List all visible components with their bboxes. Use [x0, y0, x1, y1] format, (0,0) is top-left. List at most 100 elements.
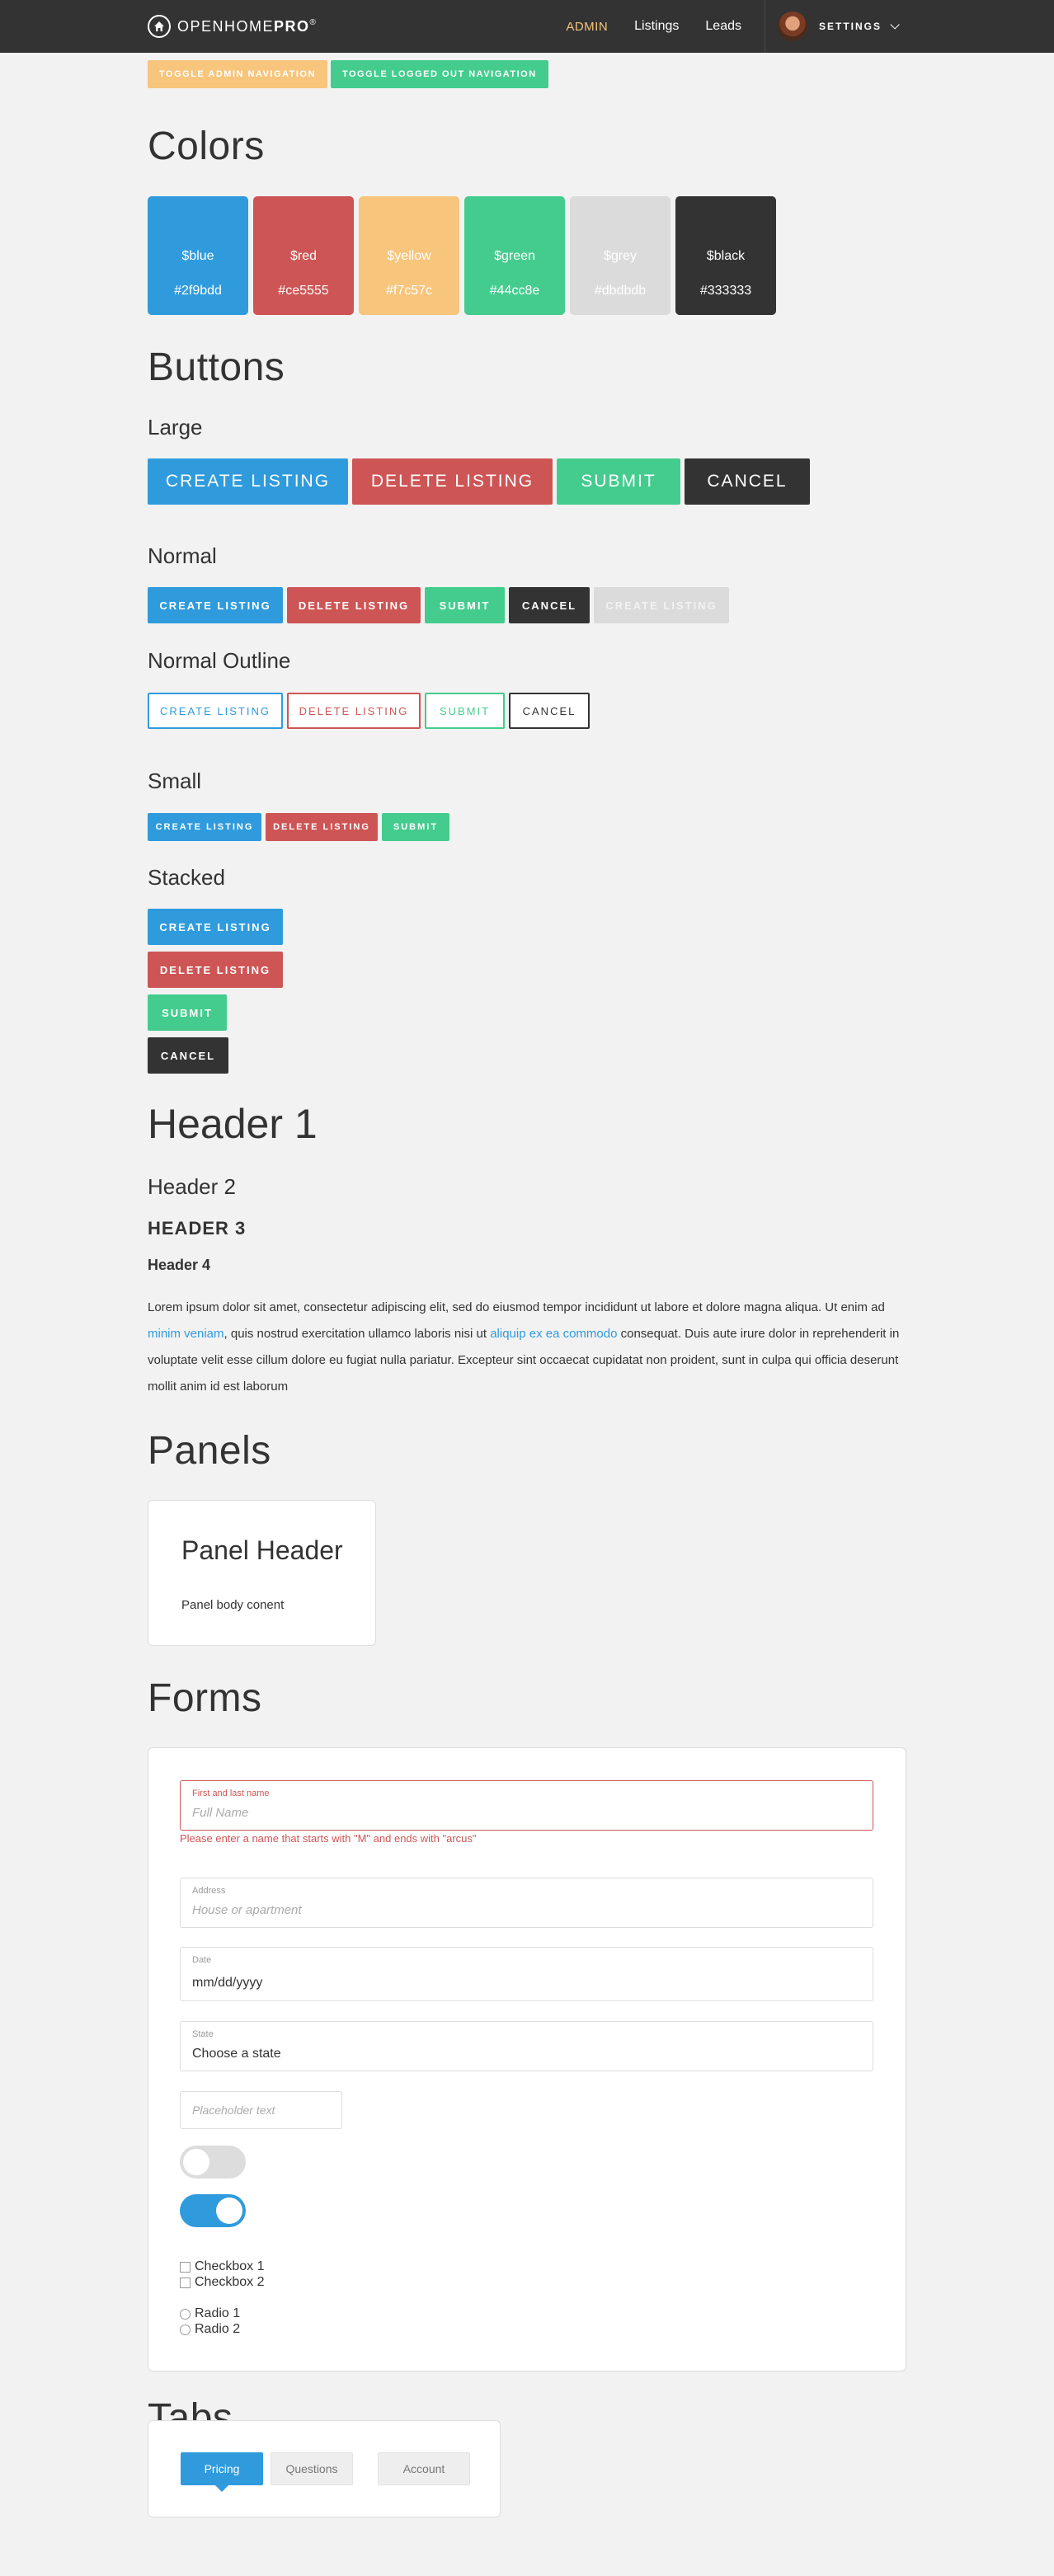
radio-circle[interactable] [180, 2308, 191, 2320]
date-field[interactable]: Date mm/dd/yyyy [180, 1947, 873, 2001]
create-listing-outline-button[interactable]: CREATE LISTING [148, 693, 283, 729]
inline-link-minim-veniam[interactable]: minim veniam [148, 1327, 224, 1341]
inline-link-aliquip[interactable]: aliquip ex ea commodo [490, 1327, 617, 1341]
nav-link-listings[interactable]: Listings [634, 19, 679, 34]
small-buttons-row: CREATE LISTING DELETE LISTING SUBMIT [148, 813, 449, 841]
cancel-button[interactable]: CANCEL [509, 587, 590, 623]
nav-links: ADMIN Listings Leads [539, 0, 741, 53]
checkbox-1[interactable]: Checkbox 1 [180, 2259, 265, 2274]
date-label: Date [192, 1955, 212, 1965]
checkbox-box[interactable] [180, 2261, 191, 2273]
full-name-placeholder: Full Name [192, 1806, 249, 1820]
toggle-switch-off[interactable] [180, 2146, 246, 2179]
color-swatches: $blue #2f9bdd $red #ce5555 $yellow #f7c5… [148, 196, 776, 315]
cancel-outline-button[interactable]: CANCEL [509, 693, 590, 729]
swatch-yellow: $yellow #f7c57c [359, 196, 459, 315]
tab-pricing[interactable]: Pricing [181, 2452, 263, 2492]
tab-account[interactable]: Account [378, 2452, 470, 2485]
brand-logo[interactable]: OPENHOMEPRO® [148, 15, 317, 38]
swatch-red: $red #ce5555 [253, 196, 354, 315]
active-tab-pointer [215, 2485, 228, 2492]
date-value: mm/dd/yyyy [192, 1976, 263, 1990]
create-listing-button-large[interactable]: CREATE LISTING [148, 458, 348, 505]
swatch-grey: $grey #dbdbdb [570, 196, 671, 315]
nav-link-leads[interactable]: Leads [705, 19, 741, 34]
chevron-down-icon [890, 20, 900, 30]
forms-title: Forms [148, 1676, 262, 1720]
swatch-name: $green [494, 249, 535, 263]
toggle-switch-on[interactable] [180, 2194, 246, 2227]
swatch-hex: #f7c57c [385, 284, 433, 298]
address-label: Address [192, 1886, 226, 1896]
create-listing-button[interactable]: CREATE LISTING [148, 587, 283, 623]
submit-button-small[interactable]: SUBMIT [382, 813, 449, 841]
outline-buttons-label: Normal Outline [148, 648, 291, 673]
delete-listing-button[interactable]: DELETE LISTING [287, 587, 421, 623]
swatch-hex: #dbdbdb [594, 284, 647, 298]
full-name-label: First and last name [192, 1789, 270, 1798]
header-4-sample: Header 4 [148, 1257, 211, 1273]
checkbox-2-label: Checkbox 2 [195, 2275, 265, 2289]
full-name-field[interactable]: First and last name Full Name [180, 1780, 873, 1831]
large-buttons-label: Large [148, 415, 203, 440]
delete-listing-button-stacked[interactable]: DELETE LISTING [148, 952, 283, 988]
tabs-panel: Pricing Questions Account [148, 2420, 501, 2517]
stacked-buttons-label: Stacked [148, 865, 225, 890]
swatch-name: $grey [603, 249, 638, 263]
swatch-name: $blue [181, 249, 214, 263]
address-field[interactable]: Address House or apartment [180, 1878, 873, 1928]
swatch-hex: #333333 [699, 284, 752, 298]
delete-listing-outline-button[interactable]: DELETE LISTING [287, 693, 421, 729]
swatch-black: $black #333333 [675, 196, 776, 315]
radio-1-label: Radio 1 [195, 2306, 241, 2320]
create-listing-button-disabled[interactable]: CREATE LISTING [594, 587, 729, 623]
tab-questions[interactable]: Questions [271, 2452, 353, 2485]
swatch-hex: #44cc8e [489, 284, 540, 298]
cancel-button-stacked[interactable]: CANCEL [148, 1037, 228, 1074]
avatar [777, 12, 807, 41]
create-listing-button-stacked[interactable]: CREATE LISTING [148, 909, 283, 945]
checkbox-box[interactable] [180, 2277, 191, 2288]
small-buttons-label: Small [148, 769, 202, 793]
stacked-buttons: CREATE LISTING DELETE LISTING SUBMIT CAN… [148, 909, 283, 1080]
settings-menu[interactable]: SETTINGS [777, 12, 900, 41]
state-value: Choose a state [192, 2047, 281, 2061]
full-name-error: Please enter a name that starts with "M"… [180, 1832, 477, 1845]
state-select[interactable]: State Choose a state [180, 2021, 873, 2071]
header-3-sample: HEADER 3 [148, 1218, 247, 1239]
sample-panel: Panel Header Panel body conent [148, 1500, 376, 1646]
toggle-row: TOGGLE ADMIN NAVIGATION TOGGLE LOGGED OU… [148, 60, 548, 88]
colors-title: Colors [148, 125, 265, 168]
buttons-title: Buttons [148, 346, 285, 389]
normal-buttons-label: Normal [148, 543, 217, 568]
placeholder-text: Placeholder text [192, 2104, 275, 2117]
panels-title: Panels [148, 1429, 271, 1473]
outline-buttons-row: CREATE LISTING DELETE LISTING SUBMIT CAN… [148, 693, 590, 729]
nav-link-admin[interactable]: ADMIN [566, 20, 608, 34]
checkbox-2[interactable]: Checkbox 2 [180, 2275, 265, 2290]
submit-button-stacked[interactable]: SUBMIT [148, 994, 227, 1031]
delete-listing-button-small[interactable]: DELETE LISTING [266, 813, 378, 841]
create-listing-button-small[interactable]: CREATE LISTING [148, 813, 261, 841]
toggle-admin-nav-button[interactable]: TOGGLE ADMIN NAVIGATION [148, 60, 327, 88]
delete-listing-button-large[interactable]: DELETE LISTING [352, 458, 553, 505]
switch-knob [216, 2198, 242, 2224]
toggle-logged-out-nav-button[interactable]: TOGGLE LOGGED OUT NAVIGATION [330, 60, 548, 88]
brand-name: OPENHOMEPRO® [177, 17, 318, 35]
radio-circle[interactable] [180, 2324, 191, 2335]
submit-outline-button[interactable]: SUBMIT [425, 693, 505, 729]
swatch-name: $black [706, 249, 746, 263]
state-label: State [192, 2029, 214, 2039]
swatch-green: $green #44cc8e [464, 196, 565, 315]
panel-header: Panel Header [181, 1535, 343, 1565]
placeholder-input[interactable]: Placeholder text [180, 2091, 342, 2129]
top-navbar: OPENHOMEPRO® ADMIN Listings Leads SETTIN… [0, 0, 1054, 53]
radio-2[interactable]: Radio 2 [180, 2322, 240, 2337]
home-icon [148, 15, 171, 38]
swatch-blue: $blue #2f9bdd [148, 196, 248, 315]
submit-button-large[interactable]: SUBMIT [557, 458, 680, 505]
cancel-button-large[interactable]: CANCEL [685, 458, 810, 505]
radio-1[interactable]: Radio 1 [180, 2306, 240, 2321]
submit-button[interactable]: SUBMIT [425, 587, 505, 623]
large-buttons-row: CREATE LISTING DELETE LISTING SUBMIT CAN… [148, 458, 810, 505]
